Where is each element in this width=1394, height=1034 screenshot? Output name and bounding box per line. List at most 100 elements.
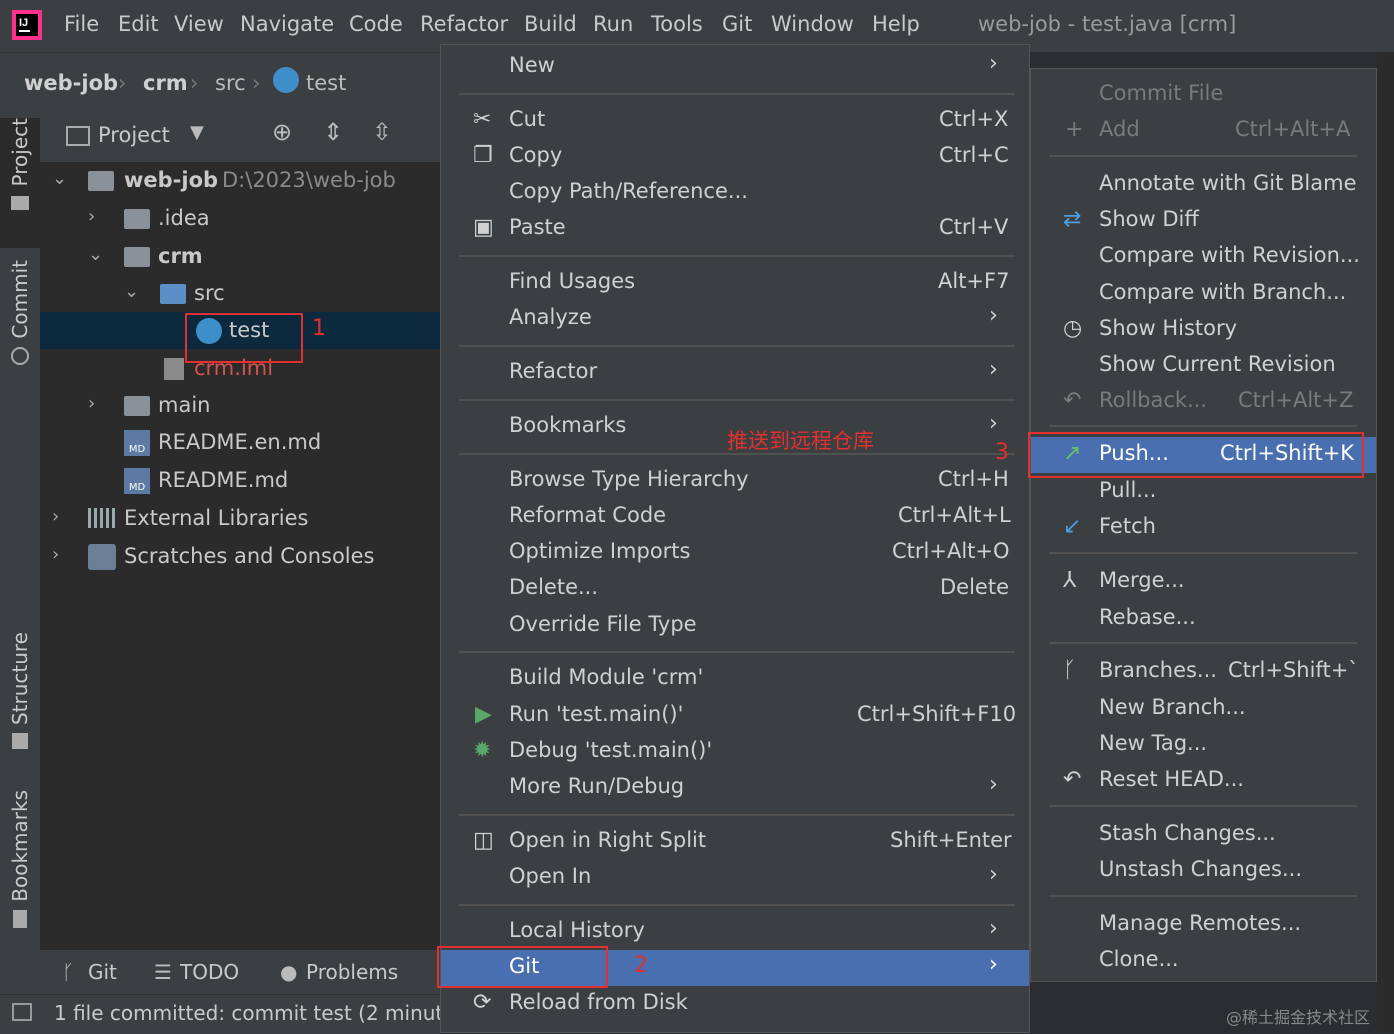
- menu-item-fetch[interactable]: ↙ Fetch: [1031, 510, 1376, 546]
- collapse-all-icon[interactable]: ⇳: [372, 118, 392, 146]
- menu-item-open-right-split[interactable]: ◫ Open in Right Split Shift+Enter: [441, 824, 1029, 860]
- menu-item-label: Build Module 'crm': [509, 665, 704, 689]
- menu-item-new[interactable]: New ›: [441, 49, 1029, 85]
- tab-bookmarks[interactable]: Bookmarks: [0, 790, 40, 930]
- menu-item-local-history[interactable]: Local History ›: [441, 914, 1029, 950]
- menu-item-more-run-debug[interactable]: More Run/Debug ›: [441, 770, 1029, 806]
- git-branch-icon: ᚴ: [62, 960, 74, 984]
- menu-item-reformat-code[interactable]: Reformat Code Ctrl+Alt+L: [441, 499, 1029, 535]
- reset-icon: ↶: [1063, 767, 1082, 792]
- menu-build[interactable]: Build: [524, 12, 577, 36]
- menu-item-debug[interactable]: ✹ Debug 'test.main()': [441, 734, 1029, 770]
- chevron-down-icon[interactable]: ▼: [190, 122, 204, 143]
- menu-item-optimize-imports[interactable]: Optimize Imports Ctrl+Alt+O: [441, 535, 1029, 571]
- menu-item-show-history[interactable]: ◷ Show History: [1031, 312, 1376, 348]
- chevron-down-icon[interactable]: ⌄: [124, 281, 139, 302]
- menu-item-rebase[interactable]: Rebase...: [1031, 601, 1376, 637]
- tab-commit[interactable]: Commit: [0, 260, 40, 370]
- menu-item-rollback[interactable]: ↶ Rollback... Ctrl+Alt+Z: [1031, 384, 1376, 420]
- tree-row-idea[interactable]: › .idea: [40, 200, 440, 237]
- menu-item-add[interactable]: + Add Ctrl+Alt+A: [1031, 113, 1376, 149]
- menu-item-label: Manage Remotes...: [1099, 911, 1302, 935]
- menu-item-commit-file[interactable]: Commit File: [1031, 77, 1376, 113]
- menu-item-copy-path[interactable]: Copy Path/Reference...: [441, 175, 1029, 211]
- menu-run[interactable]: Run: [593, 12, 633, 36]
- menu-item-new-tag[interactable]: New Tag...: [1031, 727, 1376, 763]
- project-view-selector[interactable]: Project: [98, 123, 170, 147]
- menu-item-shortcut: Ctrl+Alt+A: [1235, 117, 1351, 141]
- chevron-right-icon[interactable]: ›: [88, 206, 95, 227]
- tree-row-crm[interactable]: ⌄ crm: [40, 238, 440, 275]
- tree-row-external-libraries[interactable]: › External Libraries: [40, 500, 440, 537]
- menu-view[interactable]: View: [174, 12, 224, 36]
- chevron-down-icon[interactable]: ⌄: [88, 244, 103, 265]
- menu-item-show-current-revision[interactable]: Show Current Revision: [1031, 348, 1376, 384]
- menu-item-label: Fetch: [1099, 514, 1156, 538]
- breadcrumb-item[interactable]: test: [306, 71, 346, 95]
- menu-item-open-in[interactable]: Open In ›: [441, 860, 1029, 896]
- menu-item-compare-branch[interactable]: Compare with Branch...: [1031, 276, 1376, 312]
- menu-item-reload-from-disk[interactable]: ⟳ Reload from Disk: [441, 986, 1029, 1022]
- menu-code[interactable]: Code: [349, 12, 403, 36]
- menu-tools[interactable]: Tools: [651, 12, 703, 36]
- bookmark-icon: [13, 909, 27, 928]
- menu-item-clone[interactable]: Clone...: [1031, 943, 1376, 979]
- breadcrumb-item[interactable]: src: [215, 71, 246, 95]
- menu-item-run[interactable]: ▶ Run 'test.main()' Ctrl+Shift+F10: [441, 698, 1029, 734]
- tab-problems[interactable]: Problems: [306, 960, 398, 984]
- breadcrumb-item[interactable]: web-job: [24, 71, 118, 95]
- tab-project[interactable]: Project: [0, 118, 40, 248]
- menu-item-label: Copy Path/Reference...: [509, 179, 748, 203]
- menu-item-build-module[interactable]: Build Module 'crm': [441, 661, 1029, 697]
- menu-item-analyze[interactable]: Analyze ›: [441, 301, 1029, 337]
- menu-item-override-file-type[interactable]: Override File Type: [441, 608, 1029, 644]
- menu-item-refactor[interactable]: Refactor ›: [441, 355, 1029, 391]
- menu-git[interactable]: Git: [722, 12, 752, 36]
- module-folder-icon: [88, 171, 114, 191]
- menu-item-paste[interactable]: ▣ Paste Ctrl+V: [441, 211, 1029, 247]
- menu-help[interactable]: Help: [872, 12, 920, 36]
- menu-edit[interactable]: Edit: [118, 12, 159, 36]
- breadcrumb: web-job › crm › src › test: [0, 52, 440, 111]
- tab-git[interactable]: Git: [88, 960, 117, 984]
- chevron-down-icon[interactable]: ⌄: [52, 168, 67, 189]
- locate-icon[interactable]: ⊕: [272, 118, 292, 146]
- menu-refactor[interactable]: Refactor: [420, 12, 508, 36]
- tree-row-readme[interactable]: MD README.md: [40, 462, 440, 499]
- menu-item-show-diff[interactable]: ⇄ Show Diff: [1031, 203, 1376, 239]
- tree-row-web-job[interactable]: ⌄ web-job D:\2023\web-job: [40, 162, 440, 199]
- menu-item-delete[interactable]: Delete... Delete: [441, 571, 1029, 607]
- chevron-right-icon[interactable]: ›: [52, 506, 59, 527]
- menu-file[interactable]: File: [64, 12, 99, 36]
- menu-item-stash-changes[interactable]: Stash Changes...: [1031, 817, 1376, 853]
- tree-row-readme-en[interactable]: MD README.en.md: [40, 424, 440, 461]
- menu-item-reset-head[interactable]: ↶ Reset HEAD...: [1031, 763, 1376, 799]
- chevron-right-icon[interactable]: ›: [52, 544, 59, 565]
- chevron-right-icon[interactable]: ›: [88, 393, 95, 414]
- menu-navigate[interactable]: Navigate: [240, 12, 334, 36]
- tree-row-scratches[interactable]: › Scratches and Consoles: [40, 538, 440, 575]
- menu-item-unstash-changes[interactable]: Unstash Changes...: [1031, 853, 1376, 889]
- menu-item-copy[interactable]: ❐ Copy Ctrl+C: [441, 139, 1029, 175]
- tree-row-src[interactable]: ⌄ src: [40, 275, 440, 312]
- tab-todo[interactable]: TODO: [180, 960, 239, 984]
- intellij-logo-icon: IJ: [12, 10, 42, 40]
- menu-item-manage-remotes[interactable]: Manage Remotes...: [1031, 907, 1376, 943]
- annotation-box-3: [1028, 432, 1364, 478]
- menu-item-merge[interactable]: ⅄ Merge...: [1031, 564, 1376, 600]
- menu-item-cut[interactable]: ✂ Cut Ctrl+X: [441, 103, 1029, 139]
- layout-icon[interactable]: [12, 1003, 32, 1021]
- tree-row-main[interactable]: › main: [40, 387, 440, 424]
- menu-item-branches[interactable]: ᚴ Branches... Ctrl+Shift+`: [1031, 654, 1376, 690]
- menu-item-browse-type-hierarchy[interactable]: Browse Type Hierarchy Ctrl+H: [441, 463, 1029, 499]
- chevron-right-icon: ›: [989, 772, 998, 797]
- expand-all-icon[interactable]: ⇕: [323, 118, 343, 146]
- breadcrumb-item[interactable]: crm: [143, 71, 188, 95]
- menu-item-find-usages[interactable]: Find Usages Alt+F7: [441, 265, 1029, 301]
- menu-item-compare-revision[interactable]: Compare with Revision...: [1031, 239, 1376, 275]
- menu-item-annotate-git-blame[interactable]: Annotate with Git Blame: [1031, 167, 1376, 203]
- menu-item-pull[interactable]: Pull...: [1031, 474, 1376, 510]
- menu-window[interactable]: Window: [771, 12, 854, 36]
- tab-structure[interactable]: Structure: [0, 632, 40, 752]
- menu-item-new-branch[interactable]: New Branch...: [1031, 691, 1376, 727]
